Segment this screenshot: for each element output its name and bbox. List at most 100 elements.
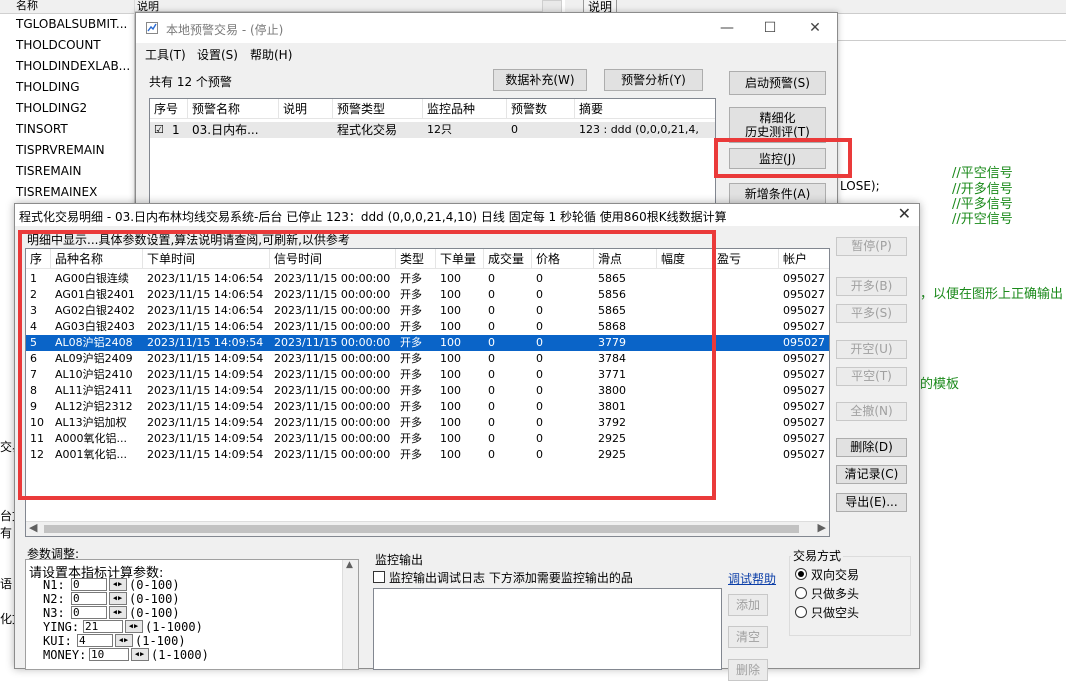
param-range: (1-1000) [145,620,203,634]
side-button[interactable]: 平空(T) [836,367,907,386]
monitor-log-checkbox[interactable] [373,571,385,583]
row-summary: 123 : ddd (0,0,0,21,4, [579,123,699,136]
minimize-icon[interactable]: — [713,17,741,39]
row-checkbox[interactable]: ☑ [154,122,168,138]
table-row[interactable]: ☑ 1 03.日内布... 程式化交易 12只 0 123 : ddd (0,0… [150,122,715,138]
param-input[interactable]: 10 [89,648,129,661]
param-spinner-icon[interactable]: ◀▶ [125,620,143,633]
param-rows: N1: 0 ◀▶ (0-100) N2: 0 ◀▶ (0-100) N3: 0 ◀▶ (0-100) Y… [43,578,343,673]
alert-analysis-button[interactable]: 预警分析(Y) [604,69,703,91]
cell-pnl [713,367,779,383]
horizontal-scrollbar[interactable]: ◀ ▶ [26,521,829,536]
menu-settings[interactable]: 设置(S) [197,46,238,63]
debug-help-link[interactable]: 调试帮助 [728,570,776,587]
scroll-up-icon[interactable]: ▲ [346,560,353,570]
list-item[interactable]: THOLDING2 [0,98,134,119]
param-spinner-icon[interactable]: ◀▶ [109,592,127,605]
start-alert-button[interactable]: 启动预警(S) [729,71,826,95]
alert-menubar: 工具(T) 设置(S) 帮助(H) [136,44,837,64]
row-desc [279,122,333,138]
scroll-right-icon[interactable]: ▶ [818,521,826,534]
side-button[interactable]: 暂停(P) [836,237,907,256]
param-input[interactable]: 0 [71,606,107,619]
col-header[interactable]: 监控品种 [423,99,507,119]
row-count: 0 [511,123,518,136]
scroll-left-icon[interactable]: ◀ [29,521,37,534]
col-header[interactable]: 盈亏 [713,249,779,269]
param-input[interactable]: 0 [71,578,107,591]
param-spinner-icon[interactable]: ◀▶ [115,634,133,647]
code-comment-text: ，以便在图形上正确输出 [920,287,1064,302]
row-name: 03.日内布... [192,123,259,137]
side-button[interactable]: 开空(U) [836,340,907,359]
col-header[interactable]: 摘要 [575,99,715,119]
cell-pnl [713,303,779,319]
col-header[interactable]: 说明 [279,99,333,119]
param-range: (0-100) [129,578,180,592]
cell-pnl [713,399,779,415]
side-button[interactable]: 全撤(N) [836,402,907,421]
scroll-thumb[interactable] [44,525,799,533]
cell-pnl [713,335,779,351]
trade-mode-radio[interactable] [795,568,807,580]
monitor-symbol-list[interactable] [373,588,722,670]
col-header[interactable]: 序号 [150,99,188,119]
param-spinner-icon[interactable]: ◀▶ [109,578,127,591]
code-fragment: LOSE); [840,179,880,193]
param-input[interactable]: 21 [83,620,123,633]
param-label: N1: [43,578,65,592]
trade-window-titlebar[interactable]: 程式化交易明细 - 03.日内布林均线交易系统-后台 已停止 123：ddd (… [15,204,919,226]
trade-mode-label: 交易方式 [791,547,844,564]
col-header[interactable]: 预警类型 [333,99,423,119]
trade-mode-option-label: 双向交易 [811,568,860,582]
list-item[interactable]: THOLDINDEXLAB... [0,56,134,77]
alert-list[interactable]: 序号 预警名称 说明 预警类型 监控品种 预警数 摘要 ☑ 1 03.日内布..… [149,98,716,212]
col-header[interactable]: 预警数 [507,99,575,119]
trade-mode-option-label: 只做空头 [811,606,860,620]
menu-help[interactable]: 帮助(H) [250,46,292,63]
list-item[interactable]: TISREMAIN [0,161,134,182]
side-button[interactable]: 平多(S) [836,304,907,323]
list-header[interactable]: 名称 [0,0,134,14]
delete-monitor-button[interactable]: 删除 [728,659,768,681]
data-fill-button[interactable]: 数据补充(W) [493,69,587,91]
param-range: (1-1000) [151,648,209,662]
close-icon[interactable]: ✕ [898,204,911,223]
row-no: 1 [172,123,180,137]
param-input[interactable]: 4 [77,634,113,647]
list-item[interactable]: TINSORT [0,119,134,140]
side-button[interactable]: 清记录(C) [836,465,907,484]
side-button[interactable]: 导出(E)... [836,493,907,512]
list-item[interactable]: TISPRVREMAIN [0,140,134,161]
background-description-header: 说明 [135,0,555,13]
col-header[interactable]: 预警名称 [188,99,279,119]
monitor-group-label: 监控输出 [375,553,424,567]
side-button[interactable]: 删除(D) [836,438,907,457]
alert-window: 本地预警交易 - (停止) — ☐ ✕ 工具(T) 设置(S) 帮助(H) 共有… [135,12,838,212]
monitor-log-label: 监控输出调试日志 下方添加需要监控输出的品 [389,571,633,585]
side-button[interactable]: 开多(B) [836,277,907,296]
trade-mode-radio[interactable] [795,587,807,599]
row-type: 程式化交易 [337,123,398,137]
menu-tools[interactable]: 工具(T) [145,46,186,63]
trade-mode-radio[interactable] [795,606,807,618]
col-header[interactable]: 帐户 [779,249,829,269]
list-item[interactable]: TGLOBALSUBMIT... [0,14,134,35]
add-condition-button[interactable]: 新增条件(A) [729,183,826,205]
list-item[interactable]: TISREMAINEX [0,182,134,203]
param-input[interactable]: 0 [71,592,107,605]
add-button[interactable]: 添加 [728,594,768,616]
maximize-icon[interactable]: ☐ [756,17,784,39]
param-range: (0-100) [129,592,180,606]
param-spinner-icon[interactable]: ◀▶ [131,648,149,661]
list-item[interactable]: THOLDCOUNT [0,35,134,56]
table-highlight [18,230,716,500]
list-item[interactable]: THOLDING [0,77,134,98]
cell-account: 095027 [783,336,825,349]
alert-window-titlebar[interactable]: 本地预警交易 - (停止) — ☐ ✕ [136,13,837,43]
close-icon[interactable]: ✕ [801,17,829,39]
cell-account: 095027 [783,304,825,317]
clear-button[interactable]: 清空 [728,626,768,648]
params-scrollbar[interactable]: ▲ [342,560,358,669]
param-spinner-icon[interactable]: ◀▶ [109,606,127,619]
